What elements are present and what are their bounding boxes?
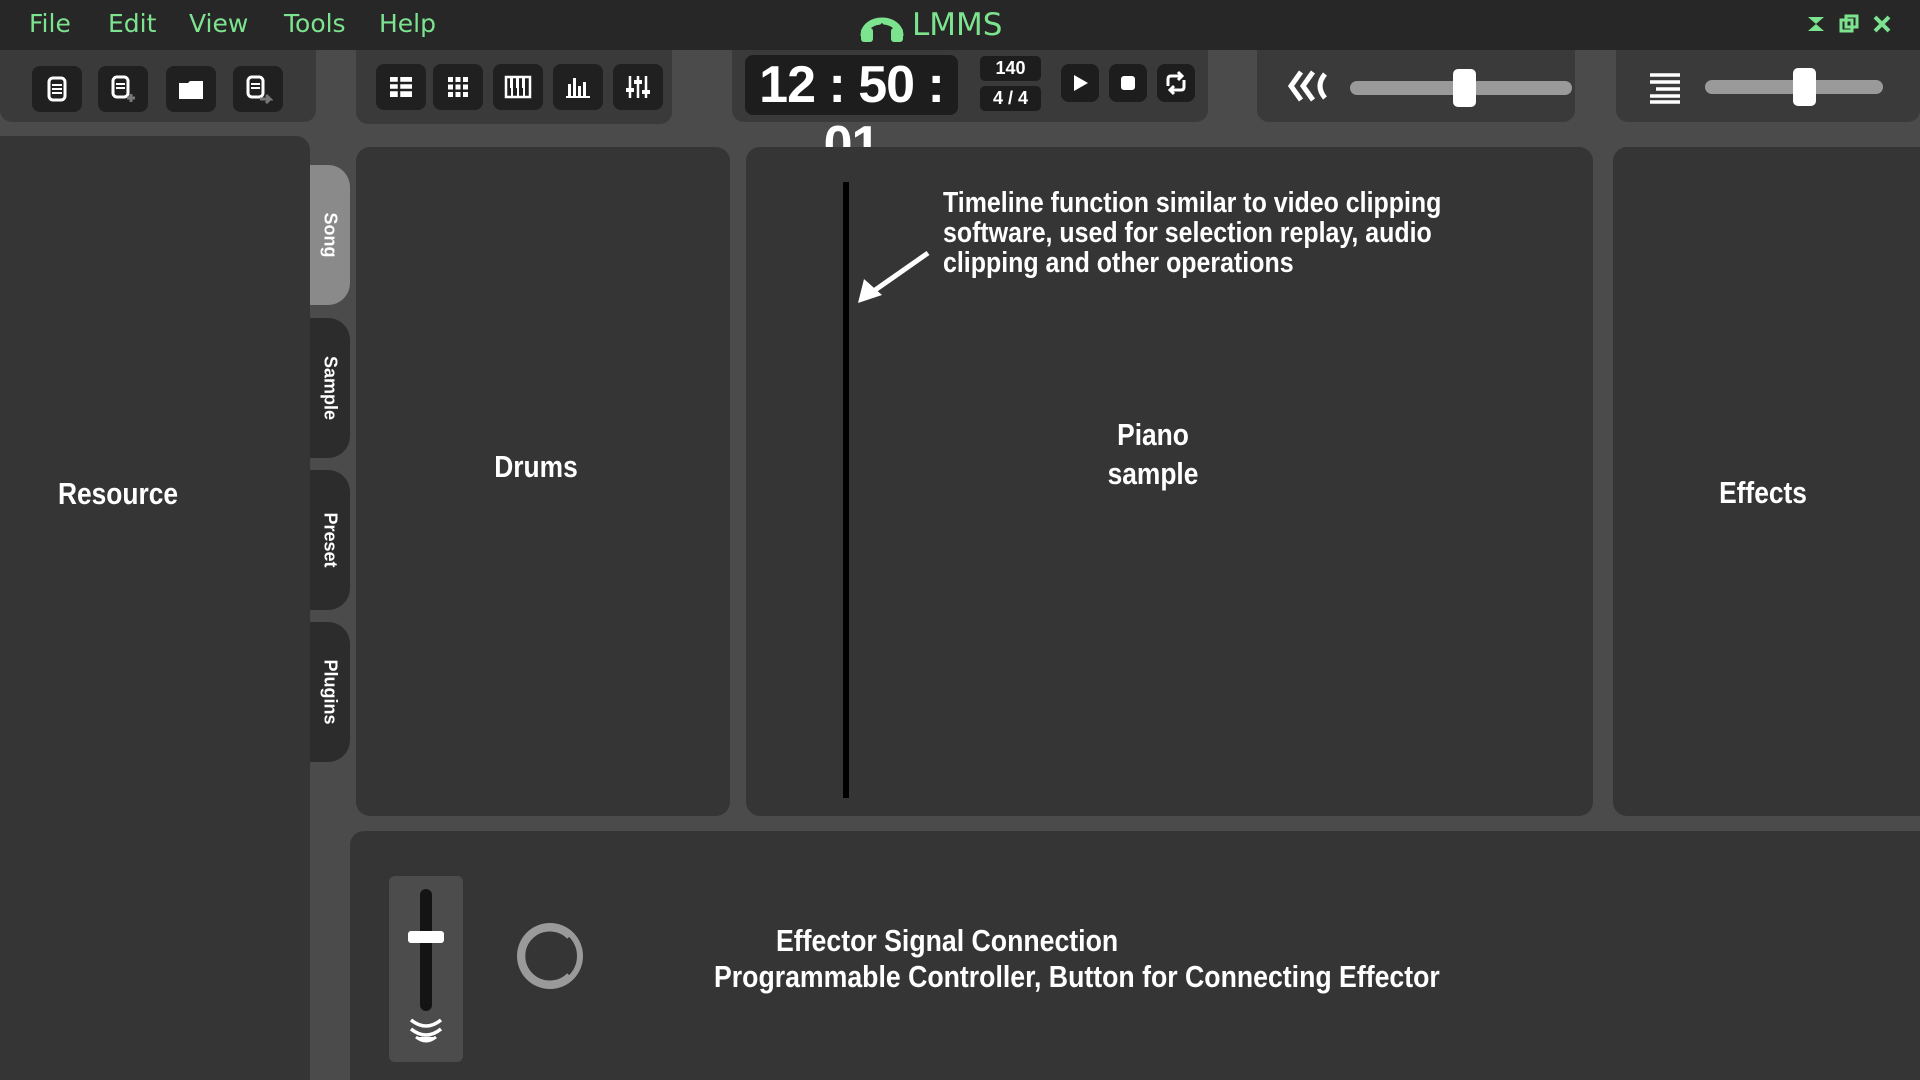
- time-signature-display[interactable]: 4 / 4: [980, 86, 1041, 111]
- new-from-template-button[interactable]: [98, 66, 148, 112]
- controller-annotation-line1: Effector Signal Connection: [776, 923, 1119, 958]
- volume-icon: [1287, 70, 1328, 102]
- master-volume-thumb[interactable]: [1453, 69, 1477, 107]
- arrow-icon: [858, 250, 930, 303]
- app-title: LMMS: [912, 7, 1003, 43]
- export-icon: [246, 75, 273, 104]
- restore-icon[interactable]: [1838, 13, 1860, 35]
- fader-thumb[interactable]: [408, 930, 444, 943]
- menu-file[interactable]: File: [29, 9, 71, 38]
- channel-fader[interactable]: [389, 876, 463, 1062]
- file-toolbar: [0, 50, 316, 122]
- automation-editor-icon: [566, 78, 590, 98]
- piano-label-line1: Piano: [1117, 417, 1189, 452]
- new-file-icon: [47, 76, 67, 102]
- menu-bar: File Edit View Tools Help LMMS: [0, 0, 1920, 50]
- play-icon: [1074, 75, 1088, 91]
- tab-song[interactable]: Song: [310, 165, 350, 305]
- tab-sample-label: Sample: [320, 355, 341, 421]
- new-file-button[interactable]: [32, 66, 82, 112]
- menu-help[interactable]: Help: [379, 9, 436, 38]
- connect-knob[interactable]: [513, 919, 587, 993]
- master-volume-panel: [1257, 50, 1575, 122]
- view-toolbar: [356, 50, 672, 124]
- time-display: 12 : 50 : 01: [745, 55, 958, 174]
- loop-icon: [1166, 70, 1186, 96]
- tab-plugins[interactable]: Plugins: [310, 622, 350, 762]
- close-icon[interactable]: [1871, 13, 1893, 35]
- piano-label-line2: sample: [1107, 456, 1199, 491]
- effects-panel[interactable]: Effects: [1613, 147, 1920, 816]
- resource-panel: Resource: [0, 136, 310, 1080]
- timeline-annotation-line2: software, used for selection replay, aud…: [943, 217, 1432, 249]
- menu-edit[interactable]: Edit: [108, 9, 156, 38]
- open-project-button[interactable]: [166, 66, 216, 112]
- loop-button[interactable]: [1157, 64, 1195, 102]
- timeline-annotation: Timeline function similar to video clipp…: [943, 188, 1441, 278]
- tempo-display[interactable]: 140: [980, 56, 1041, 81]
- timeline-playhead[interactable]: [843, 182, 849, 798]
- master-pitch-panel: [1616, 50, 1920, 122]
- stop-button[interactable]: [1109, 64, 1147, 102]
- song-editor-icon: [390, 77, 412, 97]
- song-editor-button[interactable]: [376, 64, 426, 110]
- drums-panel[interactable]: Drums: [356, 147, 730, 816]
- pitch-icon: [1650, 73, 1680, 104]
- export-button[interactable]: [233, 66, 283, 112]
- tab-sample[interactable]: Sample: [310, 318, 350, 458]
- master-pitch-thumb[interactable]: [1793, 68, 1817, 106]
- menu-tools[interactable]: Tools: [284, 9, 346, 38]
- tab-song-label: Song: [320, 212, 341, 258]
- piano-sample-label: Piano sample: [1068, 415, 1238, 493]
- open-folder-icon: [179, 81, 203, 99]
- mixer-icon: [626, 76, 650, 98]
- lmms-logo-icon: [860, 17, 904, 42]
- new-from-template-icon: [111, 75, 135, 102]
- piano-roll-icon: [504, 75, 532, 99]
- timeline-annotation-line3: clipping and other operations: [943, 247, 1294, 279]
- app-logo: LMMS: [858, 5, 1002, 45]
- tab-preset-label: Preset: [320, 512, 341, 568]
- play-button[interactable]: [1061, 64, 1099, 102]
- timeline-annotation-line1: Timeline function similar to video clipp…: [943, 187, 1442, 219]
- piano-roll-button[interactable]: [493, 64, 543, 110]
- controller-panel: Effector Signal Connection Programmable …: [350, 831, 1920, 1080]
- piano-sample-panel[interactable]: Timeline function similar to video clipp…: [746, 147, 1593, 816]
- automation-editor-button[interactable]: [553, 64, 603, 110]
- drums-label: Drums: [494, 449, 578, 484]
- fader-track[interactable]: [420, 889, 432, 1011]
- controller-annotation-line2: Programmable Controller, Button for Conn…: [714, 959, 1440, 994]
- resource-label: Resource: [57, 476, 179, 511]
- tab-plugins-label: Plugins: [320, 659, 341, 725]
- menu-view[interactable]: View: [189, 9, 248, 38]
- fader-down-icon[interactable]: [408, 1016, 444, 1046]
- pattern-editor-icon: [448, 77, 468, 97]
- pattern-editor-button[interactable]: [433, 64, 483, 110]
- effects-label: Effects: [1719, 475, 1807, 510]
- minimize-icon[interactable]: [1805, 13, 1827, 35]
- mixer-button[interactable]: [613, 64, 663, 110]
- stop-icon: [1121, 76, 1135, 90]
- tab-preset[interactable]: Preset: [310, 470, 350, 610]
